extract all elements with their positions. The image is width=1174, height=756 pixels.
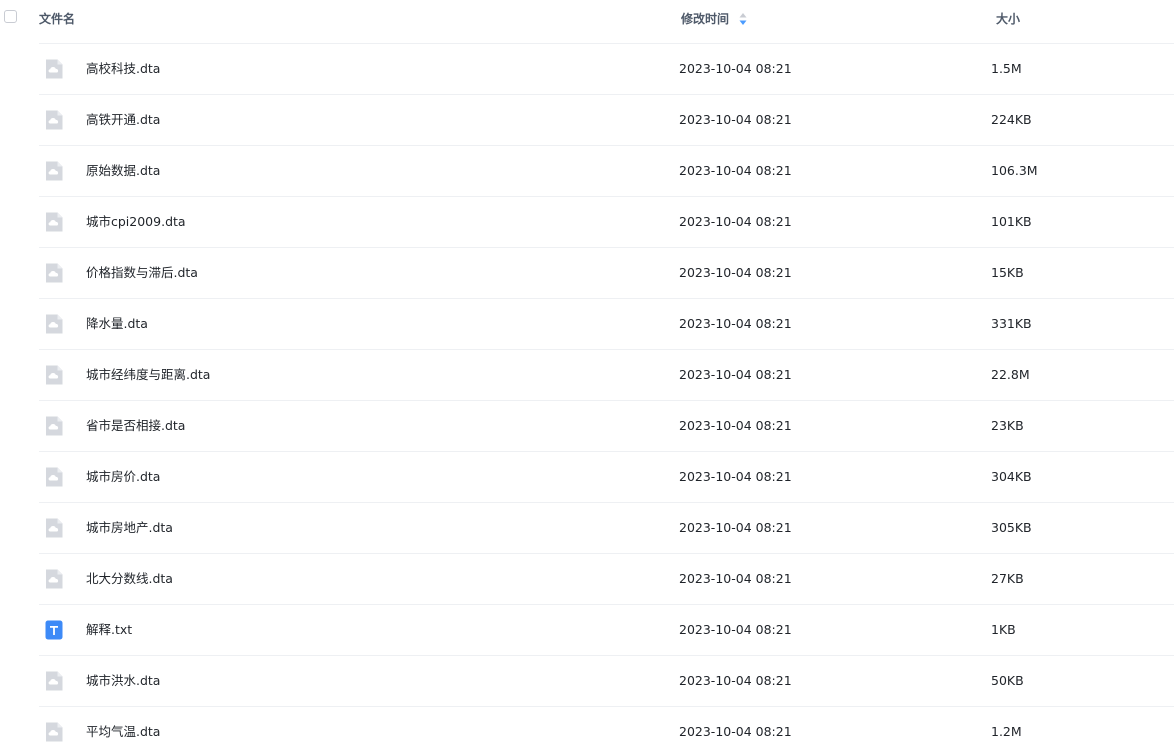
file-modified-time: 2023-10-04 08:21 <box>679 571 792 586</box>
cloud-file-icon <box>44 160 64 182</box>
file-modified-time: 2023-10-04 08:21 <box>679 520 792 535</box>
file-size: 106.3M <box>991 163 1038 178</box>
text-file-icon <box>44 619 64 641</box>
file-size: 1.5M <box>991 61 1022 76</box>
file-name[interactable]: 城市房地产.dta <box>86 519 173 536</box>
file-name[interactable]: 城市洪水.dta <box>86 672 160 689</box>
file-modified-time: 2023-10-04 08:21 <box>679 418 792 433</box>
cloud-file-icon <box>44 466 64 488</box>
file-list-header: 文件名 修改时间 大小 <box>0 0 1174 43</box>
column-header-size[interactable]: 大小 <box>996 11 1020 27</box>
file-size: 1.2M <box>991 724 1022 739</box>
file-name[interactable]: 解释.txt <box>86 621 132 638</box>
file-size: 224KB <box>991 112 1032 127</box>
file-modified-time: 2023-10-04 08:21 <box>679 469 792 484</box>
file-row[interactable]: 城市房地产.dta 2023-10-04 08:21 305KB <box>39 502 1174 553</box>
file-modified-time: 2023-10-04 08:21 <box>679 112 792 127</box>
file-row[interactable]: 北大分数线.dta 2023-10-04 08:21 27KB <box>39 553 1174 604</box>
file-row[interactable]: 城市cpi2009.dta 2023-10-04 08:21 101KB <box>39 196 1174 247</box>
file-row[interactable]: 平均气温.dta 2023-10-04 08:21 1.2M <box>39 706 1174 756</box>
file-modified-time: 2023-10-04 08:21 <box>679 265 792 280</box>
file-size: 331KB <box>991 316 1032 331</box>
file-modified-time: 2023-10-04 08:21 <box>679 163 792 178</box>
file-modified-time: 2023-10-04 08:21 <box>679 316 792 331</box>
file-list: 高校科技.dta 2023-10-04 08:21 1.5M 高铁开通.dta 2023… <box>0 43 1174 756</box>
file-name[interactable]: 降水量.dta <box>86 315 148 332</box>
file-row[interactable]: 省市是否相接.dta 2023-10-04 08:21 23KB <box>39 400 1174 451</box>
file-size: 15KB <box>991 265 1024 280</box>
column-header-modified-time[interactable]: 修改时间 <box>681 11 729 27</box>
sort-icon[interactable] <box>739 12 747 26</box>
cloud-file-icon <box>44 58 64 80</box>
cloud-file-icon <box>44 517 64 539</box>
file-name[interactable]: 高铁开通.dta <box>86 111 160 128</box>
file-modified-time: 2023-10-04 08:21 <box>679 724 792 739</box>
cloud-file-icon <box>44 109 64 131</box>
file-row[interactable]: 解释.txt 2023-10-04 08:21 1KB <box>39 604 1174 655</box>
cloud-file-icon <box>44 313 64 335</box>
file-name[interactable]: 高校科技.dta <box>86 60 160 77</box>
file-size: 23KB <box>991 418 1024 433</box>
file-row[interactable]: 价格指数与滞后.dta 2023-10-04 08:21 15KB <box>39 247 1174 298</box>
file-name[interactable]: 北大分数线.dta <box>86 570 173 587</box>
file-row[interactable]: 城市洪水.dta 2023-10-04 08:21 50KB <box>39 655 1174 706</box>
file-row[interactable]: 降水量.dta 2023-10-04 08:21 331KB <box>39 298 1174 349</box>
file-row[interactable]: 城市房价.dta 2023-10-04 08:21 304KB <box>39 451 1174 502</box>
file-size: 101KB <box>991 214 1032 229</box>
cloud-file-icon <box>44 364 64 386</box>
file-row[interactable]: 高校科技.dta 2023-10-04 08:21 1.5M <box>39 43 1174 94</box>
file-size: 50KB <box>991 673 1024 688</box>
file-name[interactable]: 城市cpi2009.dta <box>86 213 186 230</box>
file-modified-time: 2023-10-04 08:21 <box>679 367 792 382</box>
file-list-page: 文件名 修改时间 大小 高校科技.dta 2023-10-04 08:21 1.5M… <box>0 0 1174 756</box>
file-size: 27KB <box>991 571 1024 586</box>
file-name[interactable]: 城市房价.dta <box>86 468 160 485</box>
cloud-file-icon <box>44 670 64 692</box>
file-name[interactable]: 平均气温.dta <box>86 723 160 740</box>
file-size: 22.8M <box>991 367 1030 382</box>
file-size: 304KB <box>991 469 1032 484</box>
file-name[interactable]: 省市是否相接.dta <box>86 417 185 434</box>
file-modified-time: 2023-10-04 08:21 <box>679 673 792 688</box>
file-size: 305KB <box>991 520 1032 535</box>
file-modified-time: 2023-10-04 08:21 <box>679 214 792 229</box>
cloud-file-icon <box>44 721 64 743</box>
file-size: 1KB <box>991 622 1016 637</box>
cloud-file-icon <box>44 415 64 437</box>
select-all-checkbox[interactable] <box>4 10 17 23</box>
file-row[interactable]: 高铁开通.dta 2023-10-04 08:21 224KB <box>39 94 1174 145</box>
cloud-file-icon <box>44 568 64 590</box>
file-row[interactable]: 城市经纬度与距离.dta 2023-10-04 08:21 22.8M <box>39 349 1174 400</box>
file-modified-time: 2023-10-04 08:21 <box>679 61 792 76</box>
file-modified-time: 2023-10-04 08:21 <box>679 622 792 637</box>
file-name[interactable]: 原始数据.dta <box>86 162 160 179</box>
file-name[interactable]: 城市经纬度与距离.dta <box>86 366 210 383</box>
column-header-name[interactable]: 文件名 <box>39 11 75 27</box>
file-name[interactable]: 价格指数与滞后.dta <box>86 264 198 281</box>
cloud-file-icon <box>44 211 64 233</box>
file-row[interactable]: 原始数据.dta 2023-10-04 08:21 106.3M <box>39 145 1174 196</box>
cloud-file-icon <box>44 262 64 284</box>
